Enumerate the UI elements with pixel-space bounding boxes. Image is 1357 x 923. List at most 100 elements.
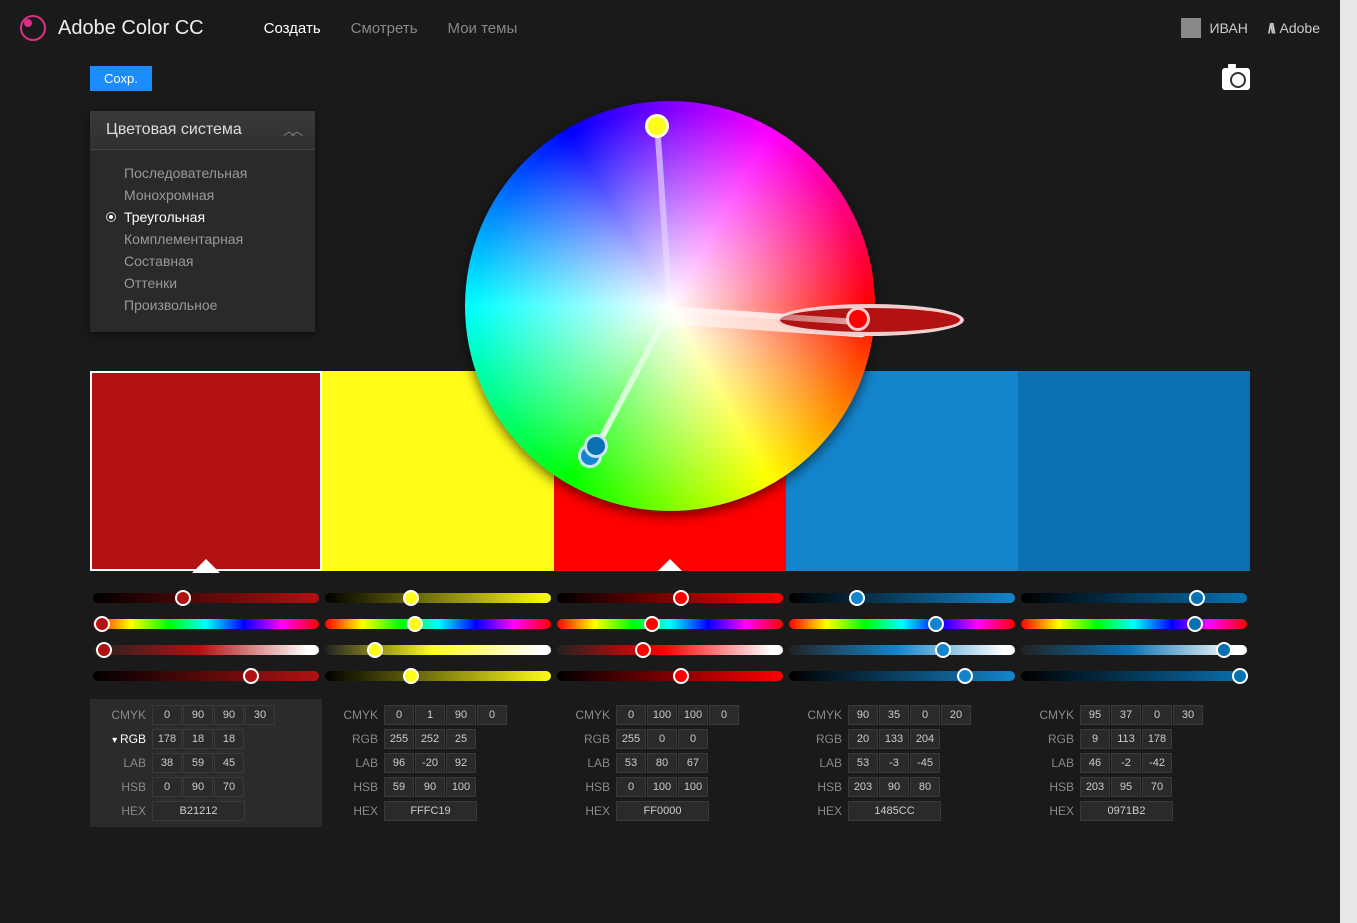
slider-0-4[interactable]: [1021, 593, 1247, 603]
color-wheel[interactable]: [465, 101, 875, 511]
slider-1-0[interactable]: [93, 619, 319, 629]
value-cell[interactable]: 100: [446, 777, 476, 797]
slider-handle-2-1[interactable]: [367, 642, 383, 658]
value-cell[interactable]: 80: [910, 777, 940, 797]
value-cell[interactable]: 90: [848, 705, 878, 725]
hex-input[interactable]: FFFC19: [384, 801, 477, 821]
value-cell[interactable]: 59: [183, 753, 213, 773]
value-cell[interactable]: 252: [415, 729, 445, 749]
value-cell[interactable]: 0: [1142, 705, 1172, 725]
slider-2-0[interactable]: [93, 645, 319, 655]
nav-item-2[interactable]: Мои темы: [448, 20, 518, 37]
slider-handle-1-2[interactable]: [644, 616, 660, 632]
value-cell[interactable]: 95: [1111, 777, 1141, 797]
swatch-4[interactable]: [1018, 371, 1250, 571]
value-cell[interactable]: 0: [910, 705, 940, 725]
value-cell[interactable]: 133: [879, 729, 909, 749]
slider-handle-3-3[interactable]: [957, 668, 973, 684]
value-cell[interactable]: 0: [678, 729, 708, 749]
value-cell[interactable]: 59: [384, 777, 414, 797]
value-cell[interactable]: 100: [678, 705, 708, 725]
slider-0-1[interactable]: [325, 593, 551, 603]
value-cell[interactable]: 53: [616, 753, 646, 773]
slider-0-2[interactable]: [557, 593, 783, 603]
value-cell[interactable]: 30: [1173, 705, 1203, 725]
rule-item-4[interactable]: Составная: [106, 250, 299, 272]
value-cell[interactable]: 203: [1080, 777, 1110, 797]
rule-item-5[interactable]: Оттенки: [106, 272, 299, 294]
value-cell[interactable]: 9: [1080, 729, 1110, 749]
value-cell[interactable]: 18: [214, 729, 244, 749]
nav-item-1[interactable]: Смотреть: [351, 20, 418, 37]
value-cell[interactable]: 70: [1142, 777, 1172, 797]
value-cell[interactable]: 0: [616, 705, 646, 725]
slider-2-4[interactable]: [1021, 645, 1247, 655]
value-cell[interactable]: 35: [879, 705, 909, 725]
value-cell[interactable]: 1: [415, 705, 445, 725]
slider-0-3[interactable]: [789, 593, 1015, 603]
wheel-handle-0[interactable]: [645, 114, 669, 138]
rule-panel-header[interactable]: Цветовая система ︿︿: [90, 111, 315, 150]
value-cell[interactable]: 90: [183, 777, 213, 797]
slider-handle-1-0[interactable]: [94, 616, 110, 632]
value-cell[interactable]: 90: [183, 705, 213, 725]
value-cell[interactable]: 0: [709, 705, 739, 725]
value-cell[interactable]: 20: [941, 705, 971, 725]
slider-1-2[interactable]: [557, 619, 783, 629]
value-cell[interactable]: 90: [415, 777, 445, 797]
slider-3-2[interactable]: [557, 671, 783, 681]
value-cell[interactable]: 255: [384, 729, 414, 749]
value-cell[interactable]: 0: [152, 705, 182, 725]
value-cell[interactable]: 80: [647, 753, 677, 773]
value-cell[interactable]: 0: [152, 777, 182, 797]
wheel-handle-4[interactable]: [584, 434, 608, 458]
slider-0-0[interactable]: [93, 593, 319, 603]
rule-item-0[interactable]: Последовательная: [106, 162, 299, 184]
camera-icon[interactable]: [1222, 68, 1250, 90]
value-cell[interactable]: 204: [910, 729, 940, 749]
value-cell[interactable]: 100: [678, 777, 708, 797]
value-cell[interactable]: 25: [446, 729, 476, 749]
value-cell[interactable]: 203: [848, 777, 878, 797]
slider-3-0[interactable]: [93, 671, 319, 681]
slider-3-3[interactable]: [789, 671, 1015, 681]
wheel-handle-2[interactable]: [846, 307, 870, 331]
nav-item-0[interactable]: Создать: [264, 20, 321, 37]
value-cell[interactable]: 30: [245, 705, 275, 725]
slider-2-1[interactable]: [325, 645, 551, 655]
value-cell[interactable]: -42: [1142, 753, 1172, 773]
user-menu[interactable]: ИВАН: [1181, 18, 1247, 38]
slider-handle-0-1[interactable]: [403, 590, 419, 606]
value-cell[interactable]: -2: [1111, 753, 1141, 773]
value-cell[interactable]: 67: [678, 753, 708, 773]
value-cell[interactable]: 90: [879, 777, 909, 797]
slider-handle-3-4[interactable]: [1232, 668, 1248, 684]
slider-handle-1-1[interactable]: [407, 616, 423, 632]
slider-handle-0-4[interactable]: [1189, 590, 1205, 606]
value-cell[interactable]: 255: [616, 729, 646, 749]
value-cell[interactable]: 0: [647, 729, 677, 749]
value-cell[interactable]: -20: [415, 753, 445, 773]
hex-input[interactable]: 1485CC: [848, 801, 941, 821]
value-cell[interactable]: 95: [1080, 705, 1110, 725]
slider-2-2[interactable]: [557, 645, 783, 655]
slider-1-4[interactable]: [1021, 619, 1247, 629]
save-button[interactable]: Сохр.: [90, 66, 152, 91]
hex-input[interactable]: B21212: [152, 801, 245, 821]
value-cell[interactable]: 18: [183, 729, 213, 749]
slider-3-1[interactable]: [325, 671, 551, 681]
value-cell[interactable]: 178: [152, 729, 182, 749]
rule-item-2[interactable]: Треугольная: [106, 206, 299, 228]
rule-item-1[interactable]: Монохромная: [106, 184, 299, 206]
slider-handle-2-3[interactable]: [935, 642, 951, 658]
value-cell[interactable]: 90: [214, 705, 244, 725]
value-cell[interactable]: 96: [384, 753, 414, 773]
value-cell[interactable]: 100: [647, 777, 677, 797]
value-cell[interactable]: 90: [446, 705, 476, 725]
value-cell[interactable]: 45: [214, 753, 244, 773]
slider-handle-1-4[interactable]: [1187, 616, 1203, 632]
value-cell[interactable]: 178: [1142, 729, 1172, 749]
value-cell[interactable]: 0: [384, 705, 414, 725]
value-cell[interactable]: 0: [616, 777, 646, 797]
value-cell[interactable]: 53: [848, 753, 878, 773]
